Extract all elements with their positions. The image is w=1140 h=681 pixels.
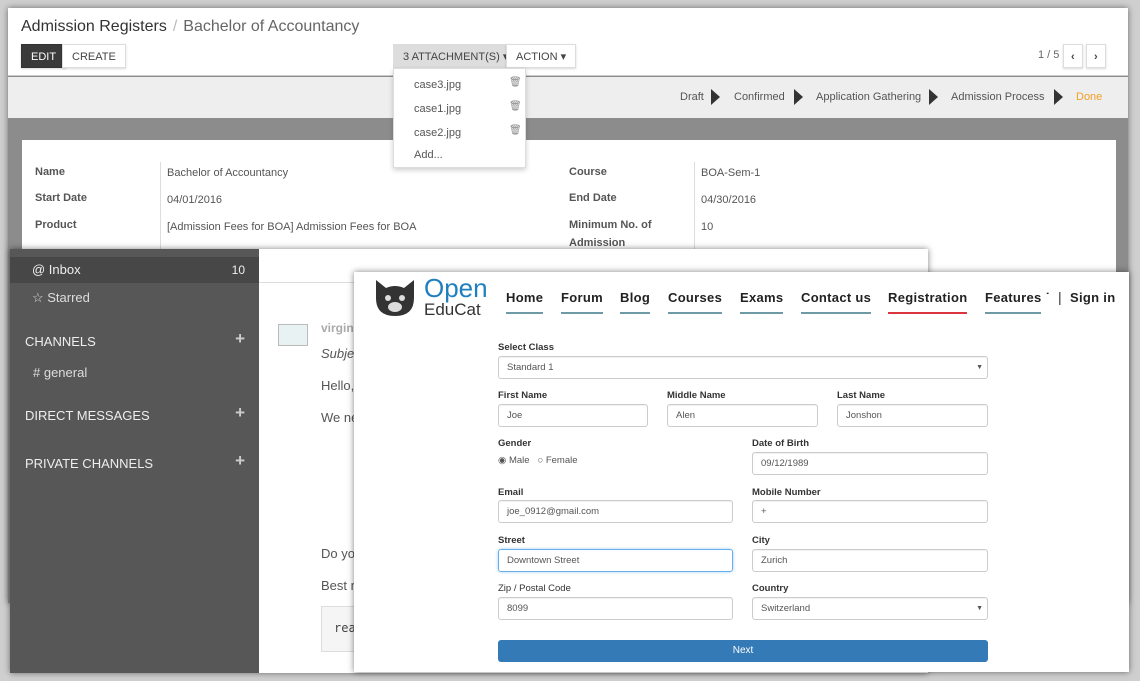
gender-label: Gender (498, 438, 532, 449)
message-author[interactable]: virgin (321, 321, 354, 335)
message-text: Do yo (321, 546, 355, 561)
mobile-label: Mobile Number (752, 487, 821, 498)
city-input[interactable]: Zurich (752, 549, 988, 572)
attachment-item[interactable]: case2.jpg (414, 127, 461, 139)
gender-radio-group: ◉ Male ○ Female (498, 455, 578, 466)
discuss-sidebar: @ Inbox 10 ☆ Starred CHANNELS + # general… (10, 249, 259, 673)
channels-header: CHANNELS + (25, 329, 245, 349)
min-admission-label: Minimum No. of Admission (569, 219, 652, 249)
stage-done[interactable]: Done (1076, 91, 1102, 103)
select-class-label: Select Class (498, 342, 554, 353)
logo-educat: EduCat (424, 300, 481, 319)
middle-name-label: Middle Name (667, 390, 726, 401)
message-text: Best r (321, 578, 355, 593)
prev-icon[interactable]: ‹ (1063, 44, 1083, 68)
country-label: Country (752, 583, 789, 594)
nav-courses[interactable]: Courses (668, 290, 723, 314)
name-value: Bachelor of Accountancy (167, 167, 289, 179)
nav-blog[interactable]: Blog (620, 290, 651, 314)
last-name-label: Last Name (837, 390, 886, 401)
envelope-icon (278, 324, 308, 346)
nav-contact-us[interactable]: Contact us (801, 290, 872, 314)
message-text: We ne (321, 410, 359, 425)
attachment-item[interactable]: case3.jpg (414, 79, 461, 91)
middle-name-input[interactable]: Alen (667, 404, 818, 427)
cat-logo-icon[interactable] (372, 278, 418, 318)
nav-features[interactable]: Features ˙ (985, 290, 1050, 314)
name-label: Name (35, 166, 65, 178)
course-label: Course (569, 166, 607, 178)
sidebar-item-general[interactable]: # general (10, 365, 259, 380)
arrow-icon (1054, 89, 1063, 105)
course-value: BOA-Sem-1 (701, 167, 761, 179)
nav-registration[interactable]: Registration (888, 290, 968, 314)
first-name-label: First Name (498, 390, 548, 401)
stage-application-gathering[interactable]: Application Gathering (816, 91, 921, 103)
sidebar-item-inbox[interactable]: @ Inbox 10 (10, 257, 259, 283)
edit-button[interactable]: EDIT (21, 44, 67, 68)
nav-sign-in[interactable]: Sign in (1070, 290, 1115, 305)
attachments-dropdown: case3.jpg 🗑 case1.jpg 🗑 case2.jpg 🗑 Add... (393, 68, 526, 168)
country-select[interactable]: Switzerland ▼ (752, 597, 988, 620)
next-button[interactable]: Next (498, 640, 988, 662)
arrow-icon (794, 89, 803, 105)
private-channels-header: PRIVATE CHANNELS + (25, 451, 245, 471)
product-label: Product (35, 219, 77, 231)
next-icon[interactable]: › (1086, 44, 1106, 68)
email-input[interactable]: joe_0912@gmail.com (498, 500, 733, 523)
email-label: Email (498, 487, 524, 498)
message-subject: Subje (321, 346, 355, 361)
breadcrumb-current: Bachelor of Accountancy (183, 18, 360, 35)
end-date-value: 04/30/2016 (701, 194, 757, 206)
breadcrumb-parent[interactable]: Admission Registers (21, 18, 167, 35)
add-private-channel-icon[interactable]: + (235, 451, 245, 471)
trash-icon[interactable]: 🗑 (509, 77, 522, 88)
direct-messages-header: DIRECT MESSAGES + (25, 403, 245, 423)
start-date-label: Start Date (35, 192, 87, 204)
trash-icon[interactable]: 🗑 (509, 125, 522, 136)
attachment-item[interactable]: case1.jpg (414, 103, 461, 115)
attachments-button[interactable]: 3 ATTACHMENT(S) ▾ (393, 44, 519, 68)
end-date-label: End Date (569, 192, 617, 204)
educat-window: Open EduCat Home Forum Blog Courses Exam… (354, 272, 1129, 672)
control-panel: Admission Registers / Bachelor of Accounta… (8, 8, 1128, 76)
arrow-icon (929, 89, 938, 105)
mobile-input[interactable]: + (752, 500, 988, 523)
stage-confirmed[interactable]: Confirmed (734, 91, 785, 103)
add-direct-message-icon[interactable]: + (235, 403, 245, 423)
nav-exams[interactable]: Exams (740, 290, 784, 314)
dob-label: Date of Birth (752, 438, 809, 449)
add-channel-icon[interactable]: + (235, 329, 245, 349)
stage-admission-process[interactable]: Admission Process (951, 91, 1045, 103)
min-admission-value: 10 (701, 221, 714, 233)
start-date-value: 04/01/2016 (167, 194, 223, 206)
statusbar: Draft Confirmed Application Gathering Ad… (8, 77, 1128, 118)
street-input[interactable]: Downtown Street (498, 549, 733, 572)
sidebar-item-starred[interactable]: ☆ Starred (10, 290, 259, 306)
inbox-count: 10 (231, 263, 245, 277)
zip-input[interactable]: 8099 (498, 597, 733, 620)
breadcrumb: Admission Registers / Bachelor of Accounta… (21, 18, 360, 35)
street-label: Street (498, 535, 525, 546)
product-value: [Admission Fees for BOA] Admission Fees … (167, 221, 417, 233)
arrow-icon (711, 89, 720, 105)
inbox-label: @ Inbox (32, 262, 81, 277)
last-name-input[interactable]: Jonshon (837, 404, 988, 427)
message-text: Hello, (321, 378, 355, 393)
city-label: City (752, 535, 770, 546)
first-name-input[interactable]: Joe (498, 404, 648, 427)
trash-icon[interactable]: 🗑 (509, 101, 522, 112)
stage-draft[interactable]: Draft (680, 91, 704, 103)
nav-forum[interactable]: Forum (561, 290, 603, 314)
create-button[interactable]: CREATE (62, 44, 126, 68)
zip-label: Zip / Postal Code (498, 583, 571, 594)
female-radio[interactable]: ○ Female (537, 455, 577, 466)
male-radio[interactable]: ◉ Male (498, 455, 530, 466)
attachment-add[interactable]: Add... (414, 149, 443, 161)
select-class[interactable]: Standard 1 ▼ (498, 356, 988, 379)
action-button[interactable]: ACTION ▾ (506, 44, 577, 68)
nav-home[interactable]: Home (506, 290, 544, 314)
pager-value: 1 / 5 (1038, 49, 1060, 61)
dob-input[interactable]: 09/12/1989 (752, 452, 988, 475)
